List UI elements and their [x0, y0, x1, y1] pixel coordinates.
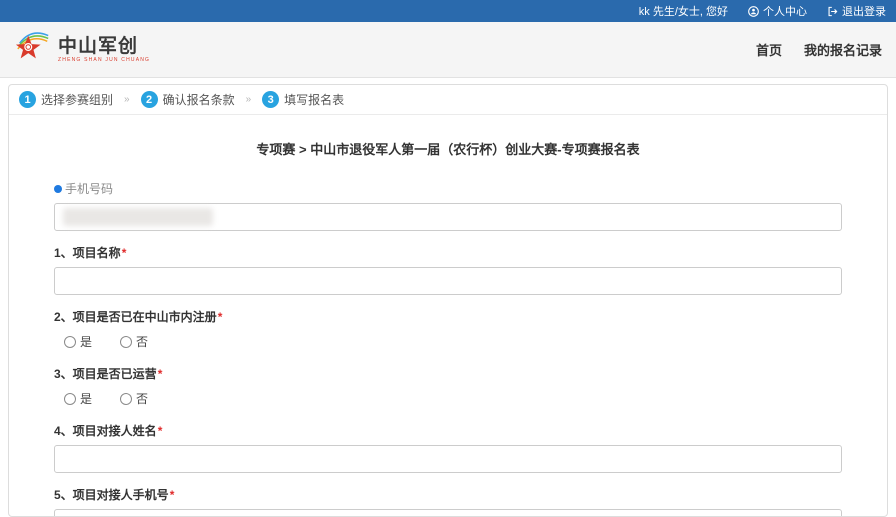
- field-label: 5、项目对接人手机号*: [54, 486, 842, 503]
- required-asterisk: *: [170, 488, 175, 502]
- radio-option-否[interactable]: 否: [120, 390, 148, 407]
- blue-dot-icon: [54, 185, 62, 193]
- logout-icon: [827, 6, 838, 17]
- form-field-1: 1、项目名称*: [54, 244, 842, 295]
- site-logo[interactable]: 中山军创 ZHENG SHAN JUN CHUANG: [14, 28, 150, 71]
- step-item-2: 2 确认报名条款: [141, 91, 235, 108]
- field-label: 3、项目是否已运营*: [54, 365, 842, 382]
- radio-option-label: 是: [80, 333, 92, 350]
- logo-subtitle: ZHENG SHAN JUN CHUANG: [58, 58, 150, 63]
- form-field-2: 2、项目是否已在中山市内注册*是否: [54, 308, 842, 352]
- radio-option-是[interactable]: 是: [64, 333, 92, 350]
- required-asterisk: *: [218, 310, 223, 324]
- star-logo-icon: [14, 28, 52, 71]
- site-header: 中山军创 ZHENG SHAN JUN CHUANG 首页 我的报名记录: [0, 22, 896, 78]
- radio-option-label: 否: [136, 333, 148, 350]
- redacted-phone-value: [63, 208, 213, 226]
- radio-button-icon: [64, 393, 76, 405]
- radio-group: 是否: [54, 388, 842, 409]
- radio-button-icon: [64, 336, 76, 348]
- step-item-1: 1 选择参赛组别: [19, 91, 113, 108]
- field-label: 4、项目对接人姓名*: [54, 422, 842, 439]
- radio-option-label: 否: [136, 390, 148, 407]
- radio-button-icon: [120, 393, 132, 405]
- step-label: 选择参赛组别: [41, 91, 113, 108]
- main-panel: 1 选择参赛组别 » 2 确认报名条款 » 3 填写报名表 专项赛 > 中山市退役军人第一届（…: [8, 84, 888, 517]
- field-label-text: 2、项目是否已在中山市内注册: [54, 310, 217, 324]
- phone-field: 手机号码: [54, 180, 842, 231]
- radio-option-是[interactable]: 是: [64, 390, 92, 407]
- field-label-text: 1、项目名称: [54, 246, 121, 260]
- form-field-3: 3、项目是否已运营*是否: [54, 365, 842, 409]
- user-center-link[interactable]: 个人中心: [748, 3, 807, 19]
- nav-item-home[interactable]: 首页: [756, 40, 782, 59]
- phone-input[interactable]: [54, 203, 842, 231]
- step-number-badge: 2: [141, 91, 158, 108]
- user-greeting: kk 先生/女士, 您好: [639, 3, 728, 19]
- radio-option-否[interactable]: 否: [120, 333, 148, 350]
- field-label-text: 4、项目对接人姓名: [54, 424, 157, 438]
- step-separator-icon: »: [124, 94, 130, 105]
- form-field-5: 5、项目对接人手机号*: [54, 486, 842, 517]
- step-separator-icon: »: [246, 94, 252, 105]
- form-fields: 1、项目名称*2、项目是否已在中山市内注册*是否3、项目是否已运营*是否4、项目…: [54, 244, 842, 517]
- required-asterisk: *: [122, 246, 127, 260]
- required-asterisk: *: [158, 367, 163, 381]
- field-label: 1、项目名称*: [54, 244, 842, 261]
- steps-bar: 1 选择参赛组别 » 2 确认报名条款 » 3 填写报名表: [9, 85, 887, 115]
- logout-link[interactable]: 退出登录: [827, 3, 886, 19]
- form-field-4: 4、项目对接人姓名*: [54, 422, 842, 473]
- step-label: 填写报名表: [284, 91, 344, 108]
- radio-group: 是否: [54, 331, 842, 352]
- field-label-text: 5、项目对接人手机号: [54, 488, 169, 502]
- field-input-1[interactable]: [54, 267, 842, 295]
- logout-label: 退出登录: [842, 3, 886, 19]
- registration-form: 专项赛 > 中山市退役军人第一届（农行杯）创业大赛-专项赛报名表 手机号码 1、…: [9, 115, 887, 517]
- main-nav: 首页 我的报名记录: [756, 40, 882, 59]
- top-bar: kk 先生/女士, 您好 个人中心 退出登录: [0, 0, 896, 22]
- phone-field-label: 手机号码: [54, 180, 842, 197]
- logo-title: 中山军创: [58, 37, 150, 56]
- user-circle-icon: [748, 6, 759, 17]
- step-number-badge: 1: [19, 91, 36, 108]
- step-number-badge: 3: [262, 91, 279, 108]
- radio-option-label: 是: [80, 390, 92, 407]
- field-input-5[interactable]: [54, 509, 842, 517]
- step-item-3: 3 填写报名表: [262, 91, 344, 108]
- radio-button-icon: [120, 336, 132, 348]
- field-label: 2、项目是否已在中山市内注册*: [54, 308, 842, 325]
- user-center-label: 个人中心: [763, 3, 807, 19]
- required-asterisk: *: [158, 424, 163, 438]
- field-input-4[interactable]: [54, 445, 842, 473]
- step-label: 确认报名条款: [163, 91, 235, 108]
- phone-label-text: 手机号码: [65, 180, 113, 197]
- nav-item-my-records[interactable]: 我的报名记录: [804, 40, 882, 59]
- field-label-text: 3、项目是否已运营: [54, 367, 157, 381]
- form-title: 专项赛 > 中山市退役军人第一届（农行杯）创业大赛-专项赛报名表: [54, 139, 842, 158]
